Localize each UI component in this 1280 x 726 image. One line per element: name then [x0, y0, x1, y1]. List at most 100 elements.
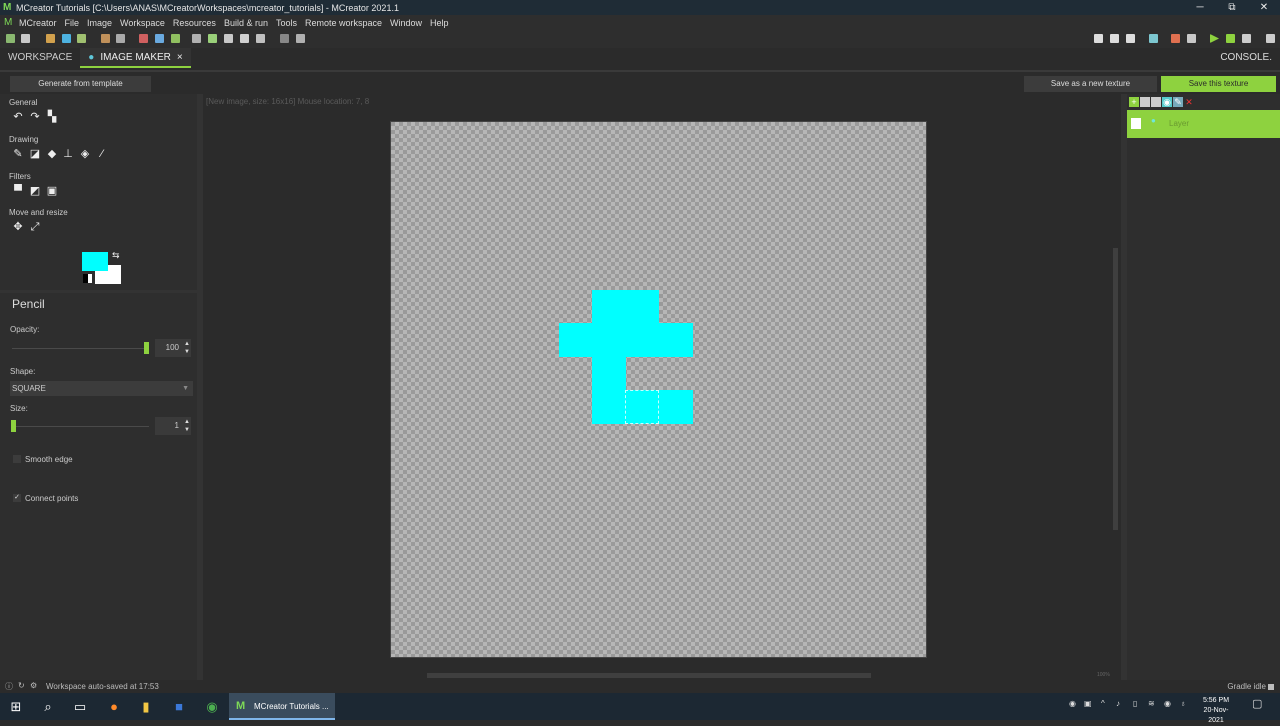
close-tab-icon[interactable]: × [177, 52, 183, 63]
export-icon[interactable] [116, 34, 125, 43]
opacity-slider-track[interactable] [12, 348, 149, 349]
saturation-icon[interactable]: ▣ [46, 185, 58, 197]
spinner-arrows-icon[interactable]: ▲ ▼ [184, 418, 190, 434]
size-spinner[interactable]: 1 ▲ ▼ [155, 417, 191, 435]
layer-down-icon[interactable] [1151, 97, 1161, 107]
battery-icon[interactable]: ▯ [1133, 699, 1137, 708]
menu-file[interactable]: File [65, 18, 80, 28]
tab-workspace[interactable]: WORKSPACE [0, 48, 80, 68]
export-mod-icon[interactable] [1266, 34, 1275, 43]
pull-icon[interactable] [1110, 34, 1119, 43]
task-view-icon[interactable]: ▭ [72, 699, 88, 715]
vertical-scrollbar[interactable] [1113, 248, 1118, 530]
variables-icon[interactable] [240, 34, 249, 43]
chrome-icon[interactable]: ◉ [204, 699, 220, 715]
smooth-edge-checkbox[interactable] [13, 455, 21, 463]
visual-studio-icon[interactable]: ■ [171, 699, 187, 715]
layer-item[interactable] [1127, 110, 1280, 138]
chevron-up-icon[interactable]: ^ [1101, 699, 1105, 708]
opacity-slider-thumb[interactable] [144, 342, 149, 354]
size-slider-track[interactable] [12, 426, 149, 427]
animation-icon[interactable] [192, 34, 201, 43]
menu-image[interactable]: Image [87, 18, 112, 28]
gear-icon[interactable]: ⚙ [30, 681, 37, 690]
texture-icon[interactable] [77, 34, 86, 43]
info-icon[interactable]: ⓘ [5, 681, 13, 692]
git-icon[interactable] [1094, 34, 1103, 43]
minimize-button[interactable]: ─ [1184, 0, 1216, 15]
primary-color-swatch[interactable] [82, 252, 108, 271]
sound-icon[interactable] [139, 34, 148, 43]
build-icon[interactable] [1149, 34, 1158, 43]
volume-icon[interactable]: ♪ [1116, 699, 1120, 708]
close-window-button[interactable]: ✕ [1248, 0, 1280, 15]
network-icon[interactable]: ≋ [1148, 699, 1155, 708]
menu-window[interactable]: Window [390, 18, 422, 28]
firefox-icon[interactable]: ● [106, 699, 122, 715]
shape-select[interactable]: SQUARE ▼ [10, 381, 193, 396]
menu-workspace[interactable]: Workspace [120, 18, 165, 28]
redo-icon[interactable]: ↷ [29, 111, 41, 123]
taskbar-mcreator-app[interactable]: M MCreator Tutorials ... [229, 693, 335, 720]
push-icon[interactable] [1126, 34, 1135, 43]
menu-mcreator[interactable]: MCreator [19, 18, 57, 28]
chrome-tray-icon[interactable]: ◉ [1164, 699, 1171, 708]
pencil-icon[interactable]: ✎ [12, 148, 24, 160]
model-icon[interactable] [171, 34, 180, 43]
menu-tools[interactable]: Tools [276, 18, 297, 28]
spinner-arrows-icon[interactable]: ▲ ▼ [184, 340, 190, 356]
eraser-icon[interactable]: ◆ [46, 148, 58, 160]
hue-icon[interactable]: ◩ [29, 185, 41, 197]
layer-up-icon[interactable] [1140, 97, 1150, 107]
run-icon[interactable] [1210, 34, 1219, 43]
swap-colors-icon[interactable]: ⇆ [112, 250, 120, 261]
armor-icon[interactable] [224, 34, 233, 43]
delete-layer-icon[interactable]: ✕ [1184, 97, 1194, 107]
default-colors-icon[interactable] [83, 274, 92, 283]
save-this-texture-button[interactable]: Save this texture [1161, 76, 1276, 92]
duplicate-icon[interactable]: ▚ [46, 111, 58, 123]
particle-icon[interactable] [208, 34, 217, 43]
tray-app-icon[interactable]: ◉ [1069, 699, 1076, 708]
paint-roller-icon[interactable]: ▀ [12, 185, 24, 197]
refresh-icon[interactable]: ↻ [18, 681, 25, 690]
add-layer-icon[interactable]: + [1129, 97, 1139, 107]
stop-icon[interactable] [1242, 34, 1251, 43]
stamp-icon[interactable]: ⊥ [62, 148, 74, 160]
windows-start-icon[interactable]: ⊞ [8, 699, 24, 715]
open-icon[interactable] [21, 34, 30, 43]
restore-button[interactable]: ⧉ [1216, 0, 1248, 15]
gradle-icon[interactable] [46, 34, 55, 43]
eye-icon[interactable]: ● [1151, 116, 1156, 125]
localization-icon[interactable] [256, 34, 265, 43]
search-icon[interactable]: ⌕ [40, 699, 56, 715]
undo-icon[interactable]: ↶ [12, 111, 24, 123]
notifications-icon[interactable]: ▢ [1252, 697, 1262, 710]
sync-icon[interactable] [62, 34, 71, 43]
generate-from-template-button[interactable]: Generate from template [10, 76, 151, 92]
import-icon[interactable] [101, 34, 110, 43]
system-clock[interactable]: 5:56 PM 20-Nov-2021 [1196, 696, 1236, 726]
settings-icon[interactable] [280, 34, 289, 43]
menu-resources[interactable]: Resources [173, 18, 216, 28]
console-button[interactable]: CONSOLE. [1220, 52, 1272, 63]
menu-build-run[interactable]: Build & run [224, 18, 268, 28]
menu-help[interactable]: Help [430, 18, 449, 28]
opacity-spinner[interactable]: 100 ▲ ▼ [155, 339, 191, 357]
run-server-icon[interactable] [1226, 34, 1235, 43]
save-as-new-texture-button[interactable]: Save as a new texture [1024, 76, 1157, 92]
edit-layer-icon[interactable]: ✎ [1173, 97, 1183, 107]
tag-icon[interactable] [296, 34, 305, 43]
line-icon[interactable]: ◪ [29, 148, 41, 160]
file-explorer-icon[interactable]: ▮ [138, 699, 154, 715]
connect-points-checkbox[interactable]: ✓ [13, 494, 21, 502]
visibility-icon[interactable]: ◉ [1162, 97, 1172, 107]
color-picker-icon[interactable]: ⁄ [96, 148, 108, 160]
tab-image-maker[interactable]: ● IMAGE MAKER × [80, 48, 191, 68]
drawing-canvas[interactable] [390, 121, 927, 658]
tray-display-icon[interactable]: ▣ [1084, 699, 1092, 708]
size-slider-thumb[interactable] [11, 420, 16, 432]
clean-icon[interactable] [1171, 34, 1180, 43]
microphone-icon[interactable]: ♁ [1180, 699, 1186, 708]
structure-icon[interactable] [155, 34, 164, 43]
